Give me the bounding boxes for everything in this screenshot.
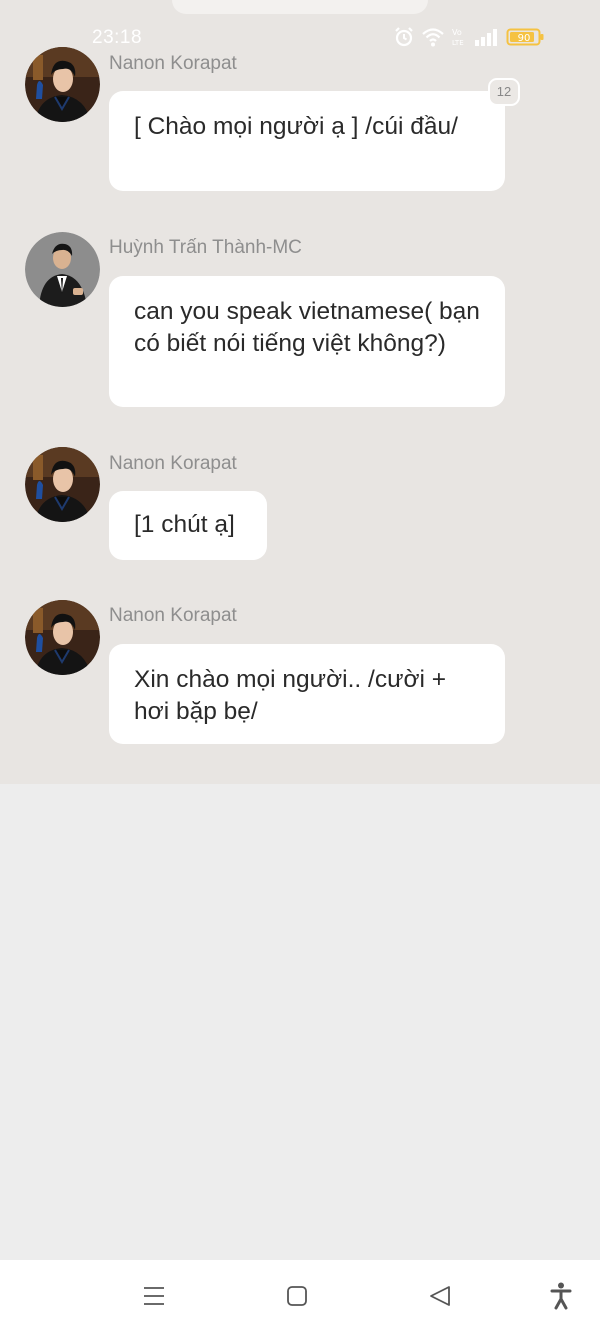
avatar-tranthanh[interactable] — [25, 232, 100, 307]
status-time: 23:18 — [92, 27, 143, 48]
svg-text:LTE: LTE — [452, 39, 464, 47]
status-icons: Vo LTE 90 — [394, 26, 554, 48]
avatar-nanon[interactable] — [25, 47, 100, 122]
message-bubble[interactable]: [ Chào mọi người ạ ] /cúi đầu/ — [109, 91, 505, 191]
avatar-nanon[interactable] — [25, 600, 100, 675]
chat-message-list[interactable]: Nanon Korapat [ Chào mọi người ạ ] /cúi … — [0, 0, 600, 784]
nanon-avatar-image — [25, 600, 100, 675]
sender-name: Nanon Korapat — [109, 53, 237, 74]
battery-icon: 90 — [506, 28, 544, 46]
alarm-icon — [395, 27, 413, 47]
nanon-avatar-image — [25, 447, 100, 522]
message-bubble[interactable]: [1 chút ạ] — [109, 491, 267, 560]
avatar-nanon[interactable] — [25, 447, 100, 522]
home-icon[interactable] — [285, 1284, 309, 1308]
status-bar: 23:18 Vo LTE 90 — [0, 0, 600, 50]
accessibility-icon[interactable] — [549, 1282, 573, 1310]
back-icon[interactable] — [428, 1284, 452, 1308]
system-navigation-bar — [0, 1260, 600, 1333]
sender-name: Nanon Korapat — [109, 453, 237, 474]
svg-text:Vo: Vo — [452, 28, 462, 37]
reaction-count-badge[interactable]: 12 — [488, 78, 520, 106]
menu-icon[interactable] — [142, 1284, 166, 1308]
svg-text:90: 90 — [518, 33, 531, 44]
sender-name: Huỳnh Trấn Thành-MC — [109, 237, 302, 258]
tranthanh-avatar-image — [25, 232, 100, 307]
message-bubble[interactable]: can you speak vietnamese( bạn có biết nó… — [109, 276, 505, 407]
sender-name: Nanon Korapat — [109, 605, 237, 626]
message-bubble[interactable]: Xin chào mọi người.. /cười + hơi bặp bẹ/ — [109, 644, 505, 744]
volte-icon: Vo LTE — [452, 28, 464, 47]
nanon-avatar-image — [25, 47, 100, 122]
chat-screen: Nanon Korapat [ Chào mọi người ạ ] /cúi … — [0, 0, 600, 1333]
signal-icon — [475, 29, 497, 46]
wifi-icon — [422, 28, 444, 47]
